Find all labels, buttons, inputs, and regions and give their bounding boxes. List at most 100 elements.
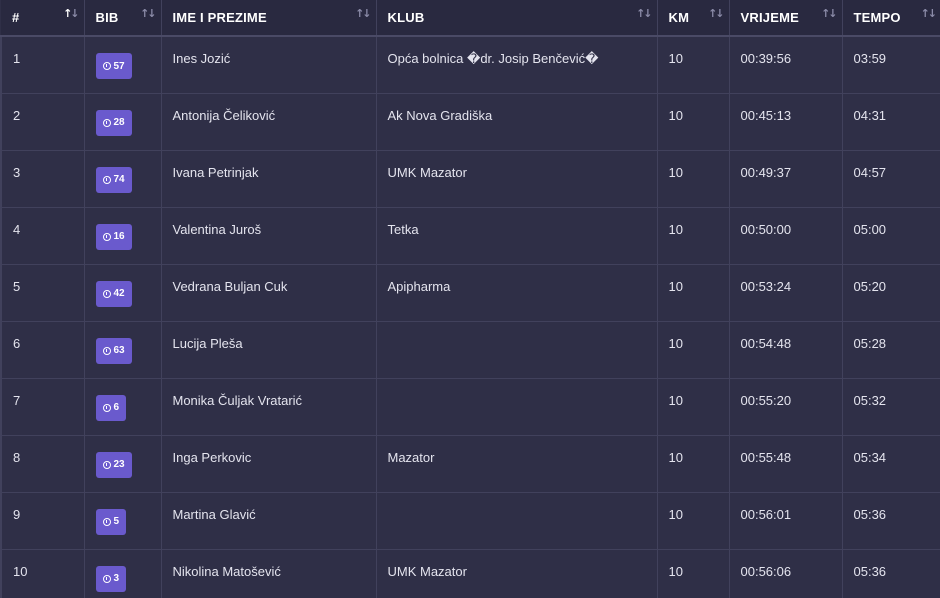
table-row[interactable]: 1 57 Ines Jozić Opća bolnica �dr. Josip Ben…	[0, 36, 940, 94]
clock-icon	[102, 517, 111, 526]
bib-badge[interactable]: 5	[95, 508, 127, 535]
cell-km: 10	[657, 378, 730, 436]
table-row[interactable]: 5 42 Vedrana Buljan Cuk Apipharma 10 00:53:24…	[0, 264, 940, 322]
cell-time: 00:39:56	[729, 36, 843, 94]
cell-rank: 7	[0, 378, 85, 436]
cell-name: Ines Jozić	[161, 36, 377, 94]
bib-badge[interactable]: 28	[95, 109, 132, 136]
rank-text: 1	[13, 51, 21, 66]
bib-badge[interactable]: 74	[95, 166, 132, 193]
column-header-bib[interactable]: BIB ↑↓	[84, 0, 162, 37]
bib-badge[interactable]: 42	[95, 280, 132, 307]
cell-time: 00:55:20	[729, 378, 843, 436]
column-header-pace[interactable]: TEMPO ↑↓	[842, 0, 940, 37]
column-header-km[interactable]: KM ↑↓	[657, 0, 730, 37]
column-header-label: BIB	[95, 10, 119, 25]
time-text: 00:55:20	[740, 392, 792, 408]
km-text: 10	[668, 164, 683, 180]
sort-icon[interactable]: ↑↓	[708, 7, 725, 20]
bib-number: 23	[113, 459, 125, 470]
table-row[interactable]: 6 63 Lucija Pleša 10 00:54:48 05:28	[0, 321, 940, 379]
column-header-name[interactable]: IME I PREZIME ↑↓	[161, 0, 377, 37]
bib-badge[interactable]: 57	[95, 53, 132, 79]
cell-club: Opća bolnica �dr. Josip Benčević�	[376, 36, 658, 94]
cell-club: Tetka	[376, 207, 658, 265]
table-row[interactable]: 10 3 Nikolina Matošević UMK Mazator 10 00:56:…	[0, 549, 940, 598]
club-text: Apipharma	[387, 278, 451, 294]
bib-badge[interactable]: 63	[95, 337, 132, 364]
cell-club: UMK Mazator	[376, 549, 658, 598]
club-text: Ak Nova Gradiška	[387, 107, 493, 123]
bib-badge[interactable]: 3	[95, 565, 127, 592]
cell-km: 10	[657, 207, 730, 265]
rank-text: 5	[13, 278, 21, 294]
cell-club: Apipharma	[376, 264, 658, 322]
sort-asc-active-icon[interactable]: ↑↓	[63, 7, 80, 20]
pace-text: 04:31	[853, 107, 887, 123]
cell-club: Ak Nova Gradiška	[376, 93, 658, 151]
name-text: Nikolina Matošević	[172, 563, 281, 579]
cell-km: 10	[657, 321, 730, 379]
table-row[interactable]: 4 16 Valentina Juroš Tetka 10 00:50:00 05:00	[0, 207, 940, 265]
bib-badge[interactable]: 6	[95, 394, 127, 421]
cell-name: Lucija Pleša	[161, 321, 377, 379]
time-text: 00:56:01	[740, 506, 792, 522]
km-text: 10	[668, 563, 683, 579]
table-row[interactable]: 7 6 Monika Čuljak Vratarić 10 00:55:20 05:32	[0, 378, 940, 436]
time-text: 00:50:00	[740, 221, 792, 237]
sort-icon[interactable]: ↑↓	[140, 7, 157, 20]
clock-icon	[102, 289, 111, 298]
cell-club: UMK Mazator	[376, 150, 658, 208]
sort-icon[interactable]: ↑↓	[921, 7, 938, 20]
cell-club	[376, 492, 658, 550]
sort-icon[interactable]: ↑↓	[355, 7, 372, 20]
cell-km: 10	[657, 264, 730, 322]
cell-club	[376, 378, 658, 436]
table-row[interactable]: 2 28 Antonija Čeliković Ak Nova Gradiška 10 0…	[0, 93, 940, 151]
km-text: 10	[668, 221, 683, 237]
pace-text: 05:28	[853, 335, 887, 351]
column-header-label: VRIJEME	[740, 10, 799, 25]
cell-bib: 3	[84, 549, 162, 598]
sort-icon[interactable]: ↑↓	[636, 7, 653, 20]
clock-icon	[102, 232, 111, 241]
cell-km: 10	[657, 549, 730, 598]
pace-text: 05:32	[853, 392, 887, 408]
cell-time: 00:56:01	[729, 492, 843, 550]
cell-pace: 04:31	[842, 93, 940, 151]
cell-pace: 04:57	[842, 150, 940, 208]
results-table-header: # ↑↓ BIB ↑↓ IME I PREZIME ↑↓ KLUB ↑↓ KM ↑↓ VRIJEME…	[1, 0, 940, 37]
table-row[interactable]: 3 74 Ivana Petrinjak UMK Mazator 10 00:49:37 0…	[0, 150, 940, 208]
cell-bib: 23	[84, 435, 162, 493]
table-row[interactable]: 9 5 Martina Glavić 10 00:56:01 05:36	[0, 492, 940, 550]
sort-icon[interactable]: ↑↓	[821, 7, 838, 20]
cell-name: Inga Perkovic	[161, 435, 377, 493]
column-header-rank[interactable]: # ↑↓	[1, 0, 85, 37]
column-header-label: TEMPO	[853, 10, 901, 25]
pace-text: 05:20	[853, 278, 887, 294]
cell-pace: 05:36	[842, 549, 940, 598]
bib-number: 5	[113, 516, 120, 527]
name-text: Ines Jozić	[172, 51, 231, 66]
cell-bib: 63	[84, 321, 162, 379]
bib-badge[interactable]: 16	[95, 223, 132, 250]
cell-name: Vedrana Buljan Cuk	[161, 264, 377, 322]
cell-club	[376, 321, 658, 379]
column-header-club[interactable]: KLUB ↑↓	[376, 0, 658, 37]
cell-time: 00:54:48	[729, 321, 843, 379]
cell-pace: 05:20	[842, 264, 940, 322]
cell-bib: 42	[84, 264, 162, 322]
name-text: Lucija Pleša	[172, 335, 243, 351]
bib-badge[interactable]: 23	[95, 451, 132, 478]
cell-km: 10	[657, 492, 730, 550]
bib-number: 16	[113, 231, 125, 242]
column-header-time[interactable]: VRIJEME ↑↓	[729, 0, 843, 37]
cell-km: 10	[657, 435, 730, 493]
table-row[interactable]: 8 23 Inga Perkovic Mazator 10 00:55:48 05:34	[0, 435, 940, 493]
cell-rank: 8	[0, 435, 85, 493]
km-text: 10	[668, 449, 683, 465]
name-text: Vedrana Buljan Cuk	[172, 278, 288, 294]
cell-km: 10	[657, 36, 730, 94]
km-text: 10	[668, 506, 683, 522]
cell-name: Nikolina Matošević	[161, 549, 377, 598]
